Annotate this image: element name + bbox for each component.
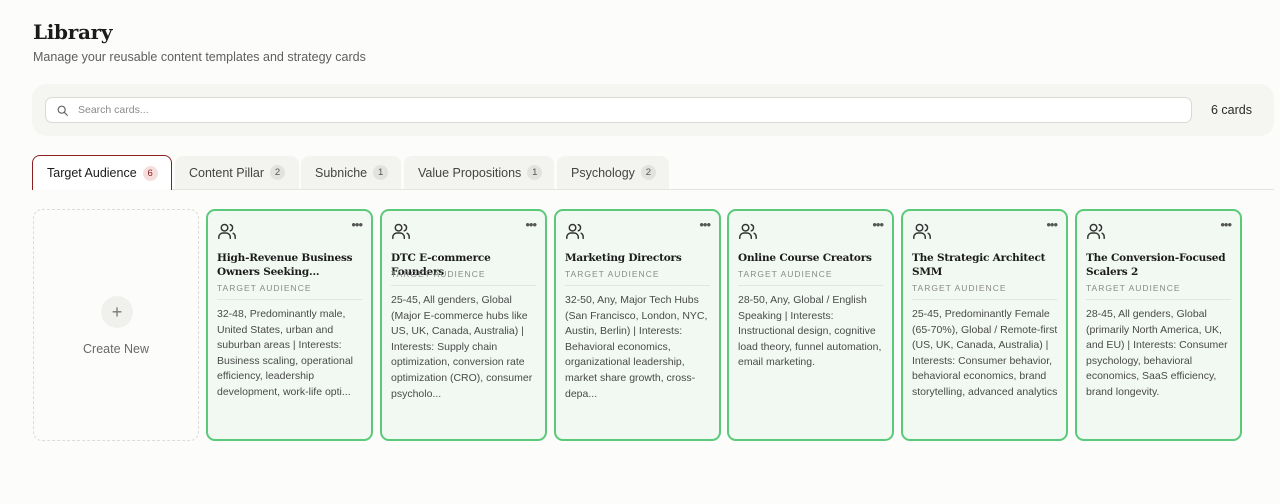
tab-target-audience[interactable]: Target Audience 6: [32, 155, 172, 190]
more-options-icon[interactable]: •••: [699, 218, 711, 231]
card-category: TARGET AUDIENCE: [738, 269, 833, 279]
create-new-label: Create New: [83, 342, 149, 356]
more-options-icon[interactable]: •••: [872, 218, 884, 231]
audience-card[interactable]: ••• DTC E-commerce Founders TARGET AUDIE…: [380, 209, 547, 441]
tab-content-pillar[interactable]: Content Pillar 2: [175, 156, 299, 189]
card-description: 28-50, Any, Global / English Speaking | …: [738, 294, 882, 369]
users-icon: [1087, 223, 1105, 240]
search-icon: [57, 105, 68, 116]
tab-count-badge: 2: [640, 165, 656, 180]
tab-label: Content Pillar: [189, 165, 265, 180]
card-description: 32-48, Predominantly male, United States…: [217, 308, 353, 398]
tab-psychology[interactable]: Psychology 2: [557, 156, 669, 189]
card-category: TARGET AUDIENCE: [391, 269, 486, 279]
card-count: 6 cards: [1211, 103, 1252, 117]
tab-subniche[interactable]: Subniche 1: [301, 156, 401, 189]
card-divider: [565, 285, 710, 286]
card-divider: [912, 299, 1057, 300]
card-title: Online Course Creators: [738, 252, 872, 264]
card-description: 28-45, All genders, Global (primarily No…: [1086, 308, 1228, 398]
tab-count-badge: 2: [270, 165, 286, 180]
audience-card[interactable]: ••• Online Course Creators TARGET AUDIEN…: [727, 209, 894, 441]
users-icon: [218, 223, 236, 240]
tab-label: Target Audience: [47, 166, 137, 180]
search-input[interactable]: [78, 101, 1178, 119]
search-field[interactable]: [45, 97, 1192, 123]
card-divider: [1086, 299, 1231, 300]
audience-card[interactable]: ••• The Conversion-Focused Scalers 2 TAR…: [1075, 209, 1242, 441]
card-description: 25-45, All genders, Global (Major E-comm…: [391, 294, 533, 400]
more-options-icon[interactable]: •••: [1220, 218, 1232, 231]
card-title: The Conversion-Focused Scalers 2: [1086, 252, 1226, 278]
users-icon: [739, 223, 757, 240]
tab-label: Psychology: [571, 165, 635, 180]
tab-value-propositions[interactable]: Value Propositions 1: [404, 156, 554, 189]
tab-count-badge: 6: [142, 165, 158, 181]
tab-count-badge: 1: [373, 165, 389, 180]
card-divider: [738, 285, 883, 286]
audience-card[interactable]: ••• The Strategic Architect SMM TARGET A…: [901, 209, 1068, 441]
card-category: TARGET AUDIENCE: [565, 269, 660, 279]
plus-icon: +: [101, 296, 133, 328]
card-divider: [391, 285, 536, 286]
more-options-icon[interactable]: •••: [351, 218, 363, 231]
card-title: High-Revenue Business Owners Seeking...: [217, 252, 353, 278]
tab-count-badge: 1: [527, 165, 543, 180]
users-icon: [913, 223, 931, 240]
card-category: TARGET AUDIENCE: [217, 283, 312, 293]
audience-card[interactable]: ••• High-Revenue Business Owners Seeking…: [206, 209, 373, 441]
tab-label: Subniche: [315, 165, 368, 180]
more-options-icon[interactable]: •••: [1046, 218, 1058, 231]
more-options-icon[interactable]: •••: [525, 218, 537, 231]
card-title: The Strategic Architect SMM: [912, 252, 1046, 278]
create-new-card[interactable]: + Create New: [33, 209, 199, 441]
card-description: 32-50, Any, Major Tech Hubs (San Francis…: [565, 294, 708, 400]
audience-card[interactable]: ••• Marketing Directors TARGET AUDIENCE …: [554, 209, 721, 441]
card-category: TARGET AUDIENCE: [912, 283, 1007, 293]
search-bar: 6 cards: [32, 84, 1274, 136]
page-title: Library: [33, 20, 113, 44]
card-title: Marketing Directors: [565, 252, 682, 264]
page-subtitle: Manage your reusable content templates a…: [33, 50, 366, 64]
users-icon: [392, 223, 410, 240]
users-icon: [566, 223, 584, 240]
card-divider: [217, 299, 362, 300]
tab-label: Value Propositions: [418, 165, 522, 180]
card-description: 25-45, Predominantly Female (65-70%), Gl…: [912, 308, 1058, 398]
category-tabs: Target Audience 6 Content Pillar 2 Subni…: [32, 155, 1274, 190]
card-category: TARGET AUDIENCE: [1086, 283, 1181, 293]
